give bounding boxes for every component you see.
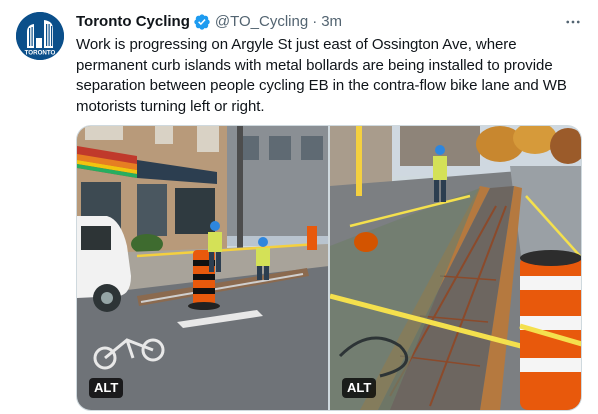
author-display-name[interactable]: Toronto Cycling xyxy=(76,12,190,32)
verified-badge-icon[interactable] xyxy=(193,13,211,31)
toronto-city-hall-logo-icon: TORONTO xyxy=(16,12,64,60)
tweet-header: Toronto Cycling @TO_Cycling · 3m xyxy=(76,12,342,32)
author-handle[interactable]: @TO_Cycling xyxy=(215,12,308,32)
timestamp[interactable]: 3m xyxy=(321,12,342,32)
tweet-text: Work is progressing on Argyle St just ea… xyxy=(76,36,567,115)
avatar[interactable]: TORONTO xyxy=(16,12,64,60)
construction-photo-right xyxy=(330,126,581,410)
separator-dot: · xyxy=(312,13,318,30)
media-grid: ALT ALT xyxy=(76,125,582,411)
media-photo-2[interactable]: ALT xyxy=(330,126,581,410)
alt-text-badge[interactable]: ALT xyxy=(89,378,124,398)
media-photo-1[interactable]: ALT xyxy=(77,126,328,410)
alt-text-badge[interactable]: ALT xyxy=(342,378,377,398)
more-options-icon[interactable] xyxy=(562,12,584,32)
avatar-label: TORONTO xyxy=(25,50,56,57)
tweet[interactable]: TORONTO Toronto Cycling @TO_Cycling · 3m… xyxy=(0,0,598,414)
construction-photo-left xyxy=(77,126,328,410)
